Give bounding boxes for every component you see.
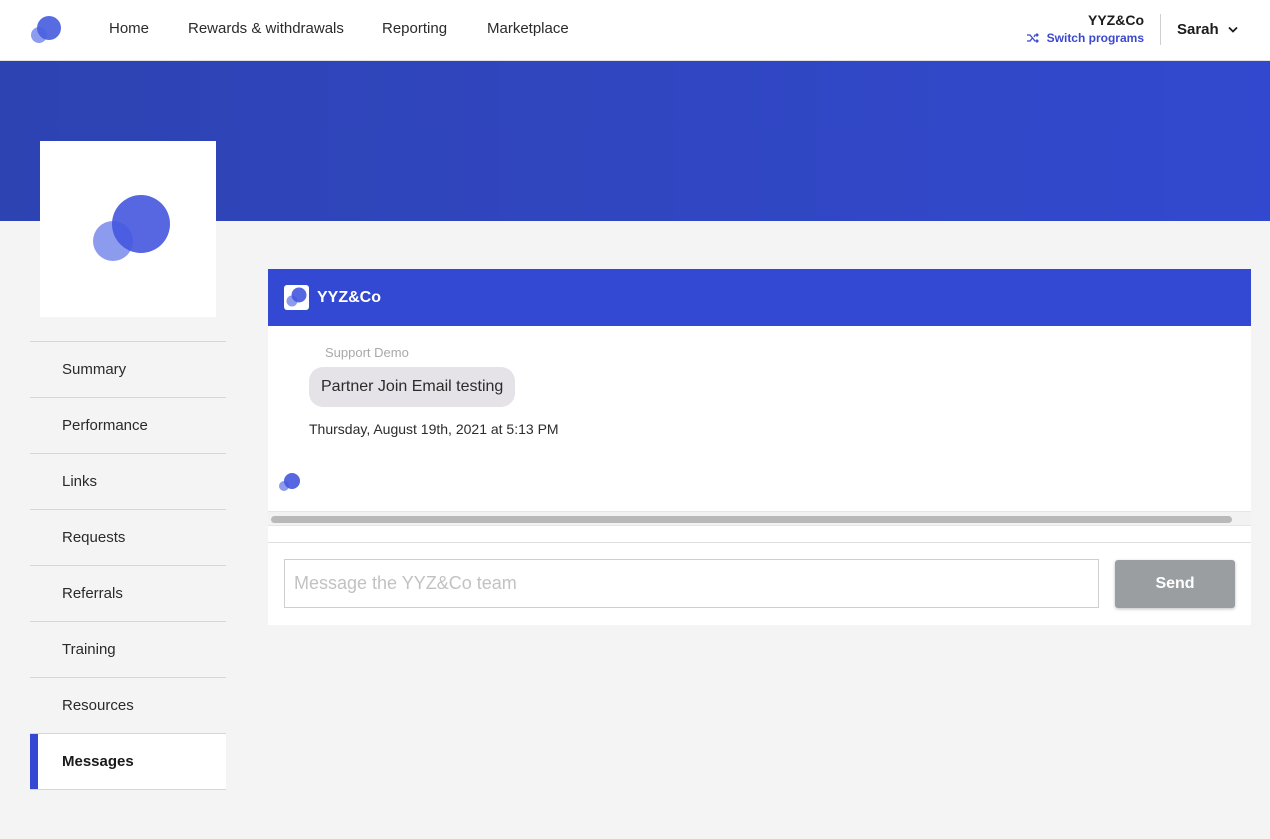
horizontal-scrollbar[interactable]: [268, 511, 1251, 526]
nav-home[interactable]: Home: [109, 20, 149, 37]
message-sender: Support Demo: [325, 345, 409, 360]
switch-programs-label: Switch programs: [1046, 31, 1144, 45]
sidebar-item-links[interactable]: Links: [30, 454, 226, 510]
program-avatar: [284, 285, 309, 310]
user-name: Sarah: [1177, 21, 1219, 38]
sidebar-item-resources[interactable]: Resources: [30, 678, 226, 734]
switch-programs-link[interactable]: Switch programs: [1026, 31, 1144, 45]
sidebar-item-summary[interactable]: Summary: [30, 342, 226, 398]
composer-divider: [268, 542, 1251, 543]
chevron-down-icon: [1228, 26, 1238, 33]
message-bubble: Partner Join Email testing: [309, 367, 516, 407]
sidebar-item-messages[interactable]: Messages: [30, 734, 226, 790]
sidebar-item-referrals[interactable]: Referrals: [30, 566, 226, 622]
nav-reporting[interactable]: Reporting: [382, 20, 447, 37]
sidebar-item-training[interactable]: Training: [30, 622, 226, 678]
nav-marketplace[interactable]: Marketplace: [487, 20, 569, 37]
brand-bubbles-icon: [93, 195, 170, 261]
sidebar-item-performance[interactable]: Performance: [30, 398, 226, 454]
program-switcher: YYZ&Co Switch programs: [1026, 12, 1144, 45]
conversation-title: YYZ&Co: [317, 288, 381, 306]
program-logo-card: [40, 141, 216, 317]
top-nav: Home Rewards & withdrawals Reporting Mar…: [0, 0, 1270, 61]
user-menu[interactable]: Sarah: [1177, 21, 1238, 38]
message-timestamp: Thursday, August 19th, 2021 at 5:13 PM: [309, 421, 559, 437]
send-button[interactable]: Send: [1115, 560, 1235, 608]
program-name: YYZ&Co: [1088, 12, 1144, 28]
brand-logo-icon[interactable]: [31, 16, 62, 43]
nav-rewards-withdrawals[interactable]: Rewards & withdrawals: [188, 20, 344, 37]
sender-avatar-icon: [279, 473, 300, 491]
message-panel: YYZ&Co Support Demo Partner Join Email t…: [268, 269, 1251, 625]
nav-divider: [1160, 14, 1161, 45]
sidebar-item-requests[interactable]: Requests: [30, 510, 226, 566]
brand-bubbles-icon: [286, 287, 307, 307]
scrollbar-thumb[interactable]: [271, 516, 1232, 523]
sidebar-nav: Summary Performance Links Requests Refer…: [30, 341, 226, 790]
panel-header: YYZ&Co: [268, 269, 1251, 326]
shuffle-icon: [1026, 33, 1039, 43]
message-input[interactable]: [284, 559, 1099, 608]
